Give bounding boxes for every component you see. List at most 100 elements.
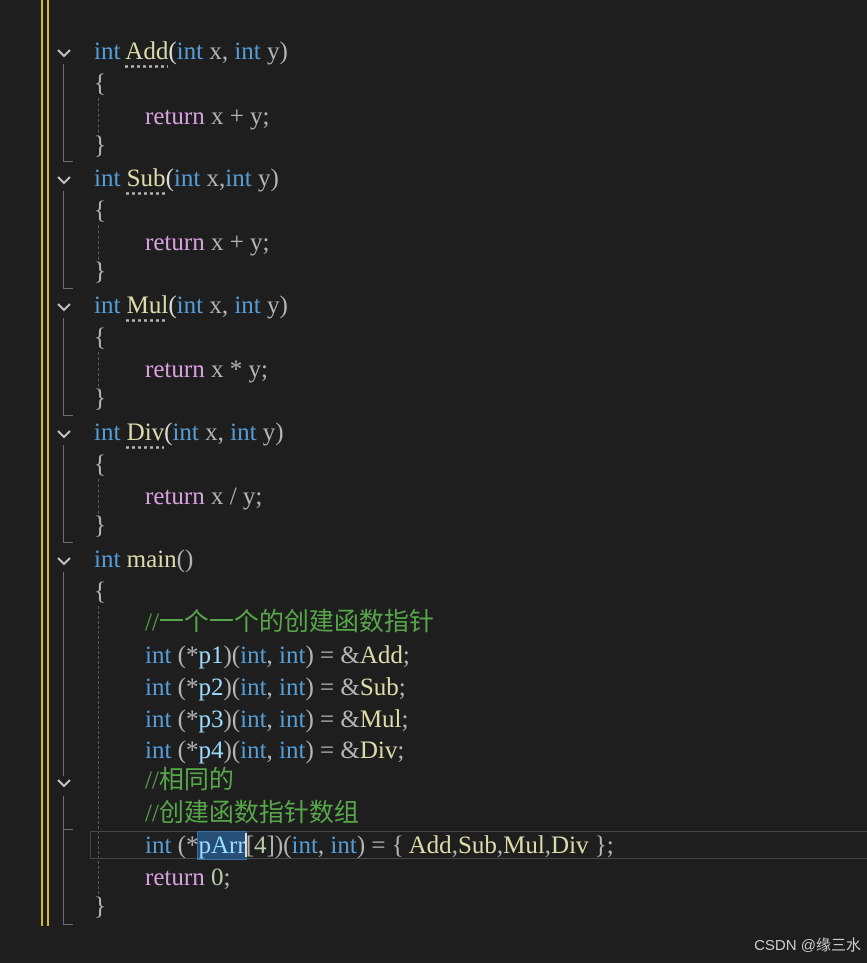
code-line-brace-open[interactable]: { — [94, 451, 106, 479]
keyword-return: return — [145, 229, 205, 256]
punctuation: (* — [171, 674, 199, 701]
code-line-add-return[interactable]: return x + y; — [145, 103, 270, 131]
keyword-int: int — [94, 165, 121, 192]
code-line-brace-close[interactable]: } — [94, 258, 106, 286]
code-line-return-zero[interactable]: return 0; — [145, 864, 230, 892]
fold-region-line — [63, 191, 64, 288]
code-line-sub-return[interactable]: return x + y; — [145, 229, 270, 257]
variable-name[interactable]: p3 — [198, 706, 223, 733]
keyword-int: int — [240, 706, 267, 733]
selected-variable-parr[interactable]: pArr — [197, 831, 247, 860]
keyword-int: int — [94, 38, 121, 65]
chevron-down-icon[interactable] — [55, 44, 73, 62]
chevron-down-icon[interactable] — [55, 298, 73, 316]
punctuation: , — [266, 674, 280, 701]
chevron-down-icon[interactable] — [55, 425, 73, 443]
code-line-pointer-decl[interactable]: int (*p1)(int, int) = &Add; — [145, 642, 410, 670]
keyword-int: int — [176, 38, 204, 65]
code-line-mul-return[interactable]: return x * y; — [145, 356, 268, 384]
punctuation: ; — [398, 674, 406, 701]
keyword-int: int — [145, 642, 172, 669]
chevron-down-icon[interactable] — [55, 552, 73, 570]
code-editor[interactable]: int Add(int x, int y) { return x + y; } … — [0, 0, 867, 963]
function-ref[interactable]: Div — [551, 832, 589, 859]
function-ref[interactable]: Add — [409, 832, 452, 859]
code-line-comment[interactable]: //创建函数指针数组 — [145, 800, 359, 828]
code-line-sub-signature[interactable]: int Sub(int x,int y) — [94, 165, 279, 193]
variable-name[interactable]: p4 — [198, 737, 223, 764]
code-line-comment[interactable]: //一个一个的创建函数指针 — [145, 609, 434, 637]
param-y: y) — [251, 165, 279, 192]
punctuation: (* — [171, 832, 199, 859]
punctuation: )( — [223, 642, 241, 669]
keyword-int: int — [240, 737, 267, 764]
code-line-pointer-decl[interactable]: int (*p4)(int, int) = &Div; — [145, 737, 404, 765]
code-line-add-signature[interactable]: int Add(int x, int y) — [94, 38, 288, 66]
code-line-div-signature[interactable]: int Div(int x, int y) — [94, 419, 284, 447]
variable-name[interactable]: p1 — [198, 642, 223, 669]
keyword-int: int — [94, 546, 121, 573]
code-line-brace-open[interactable]: { — [94, 70, 106, 98]
brace-open: { — [94, 578, 106, 605]
brace-open: { — [94, 451, 106, 478]
code-line-array-decl[interactable]: int (*pArr[4])(int, int) = { Add,Sub,Mul… — [145, 831, 614, 860]
function-name-sub[interactable]: Sub — [127, 165, 166, 192]
keyword-return: return — [145, 356, 205, 383]
param-y: y) — [260, 292, 288, 319]
keyword-int: int — [279, 674, 306, 701]
code-line-mul-signature[interactable]: int Mul(int x, int y) — [94, 292, 288, 320]
brace-close: } — [94, 893, 106, 920]
brace-open: { — [94, 197, 106, 224]
code-line-brace-close[interactable]: } — [94, 132, 106, 160]
keyword-return: return — [145, 864, 205, 891]
function-ref[interactable]: Div — [360, 737, 398, 764]
keyword-int: int — [94, 419, 121, 446]
chevron-down-icon[interactable] — [55, 774, 73, 792]
code-line-pointer-decl[interactable]: int (*p2)(int, int) = &Sub; — [145, 674, 406, 702]
param-y: y) — [256, 419, 284, 446]
punctuation: , — [266, 737, 280, 764]
punctuation: )( — [223, 737, 241, 764]
fold-region-line — [63, 572, 64, 776]
keyword-int: int — [145, 737, 172, 764]
fold-region-end — [63, 288, 73, 289]
code-line-comment[interactable]: //相同的 — [145, 767, 234, 795]
change-tracking-bar — [41, 0, 49, 926]
code-line-brace-open[interactable]: { — [94, 197, 106, 225]
comment: //一个一个的创建函数指针 — [145, 609, 434, 636]
punctuation: )( — [223, 706, 241, 733]
keyword-return: return — [145, 483, 205, 510]
punctuation: ) = & — [305, 737, 360, 764]
punctuation: , — [317, 832, 331, 859]
variable-name[interactable]: p2 — [198, 674, 223, 701]
function-ref[interactable]: Mul — [360, 706, 402, 733]
code-line-brace-close[interactable]: } — [94, 893, 106, 921]
brace-close: } — [94, 132, 106, 159]
function-ref[interactable]: Sub — [458, 832, 497, 859]
function-ref[interactable]: Mul — [503, 832, 545, 859]
code-line-div-return[interactable]: return x / y; — [145, 483, 262, 511]
punctuation: }; — [588, 832, 614, 859]
function-name-mul[interactable]: Mul — [127, 292, 169, 319]
array-size: 4 — [254, 832, 267, 859]
punctuation: () — [176, 546, 194, 573]
punctuation: ( — [165, 165, 174, 192]
function-name-main[interactable]: main — [127, 546, 177, 573]
function-ref[interactable]: Add — [360, 642, 403, 669]
chevron-down-icon[interactable] — [55, 171, 73, 189]
code-line-brace-open[interactable]: { — [94, 578, 106, 606]
fold-region-line — [63, 445, 64, 542]
fold-region-end — [63, 542, 73, 543]
punctuation: ; — [397, 737, 405, 764]
code-line-brace-open[interactable]: { — [94, 324, 106, 352]
punctuation: )( — [223, 674, 241, 701]
code-line-brace-close[interactable]: } — [94, 385, 106, 413]
function-name-add[interactable]: Add — [125, 38, 168, 65]
code-line-brace-close[interactable]: } — [94, 512, 106, 540]
function-name-div[interactable]: Div — [127, 419, 165, 446]
param-y: y) — [260, 38, 288, 65]
comment: //相同的 — [145, 767, 234, 794]
function-ref[interactable]: Sub — [360, 674, 399, 701]
code-line-main-signature[interactable]: int main() — [94, 546, 193, 574]
code-line-pointer-decl[interactable]: int (*p3)(int, int) = &Mul; — [145, 706, 408, 734]
